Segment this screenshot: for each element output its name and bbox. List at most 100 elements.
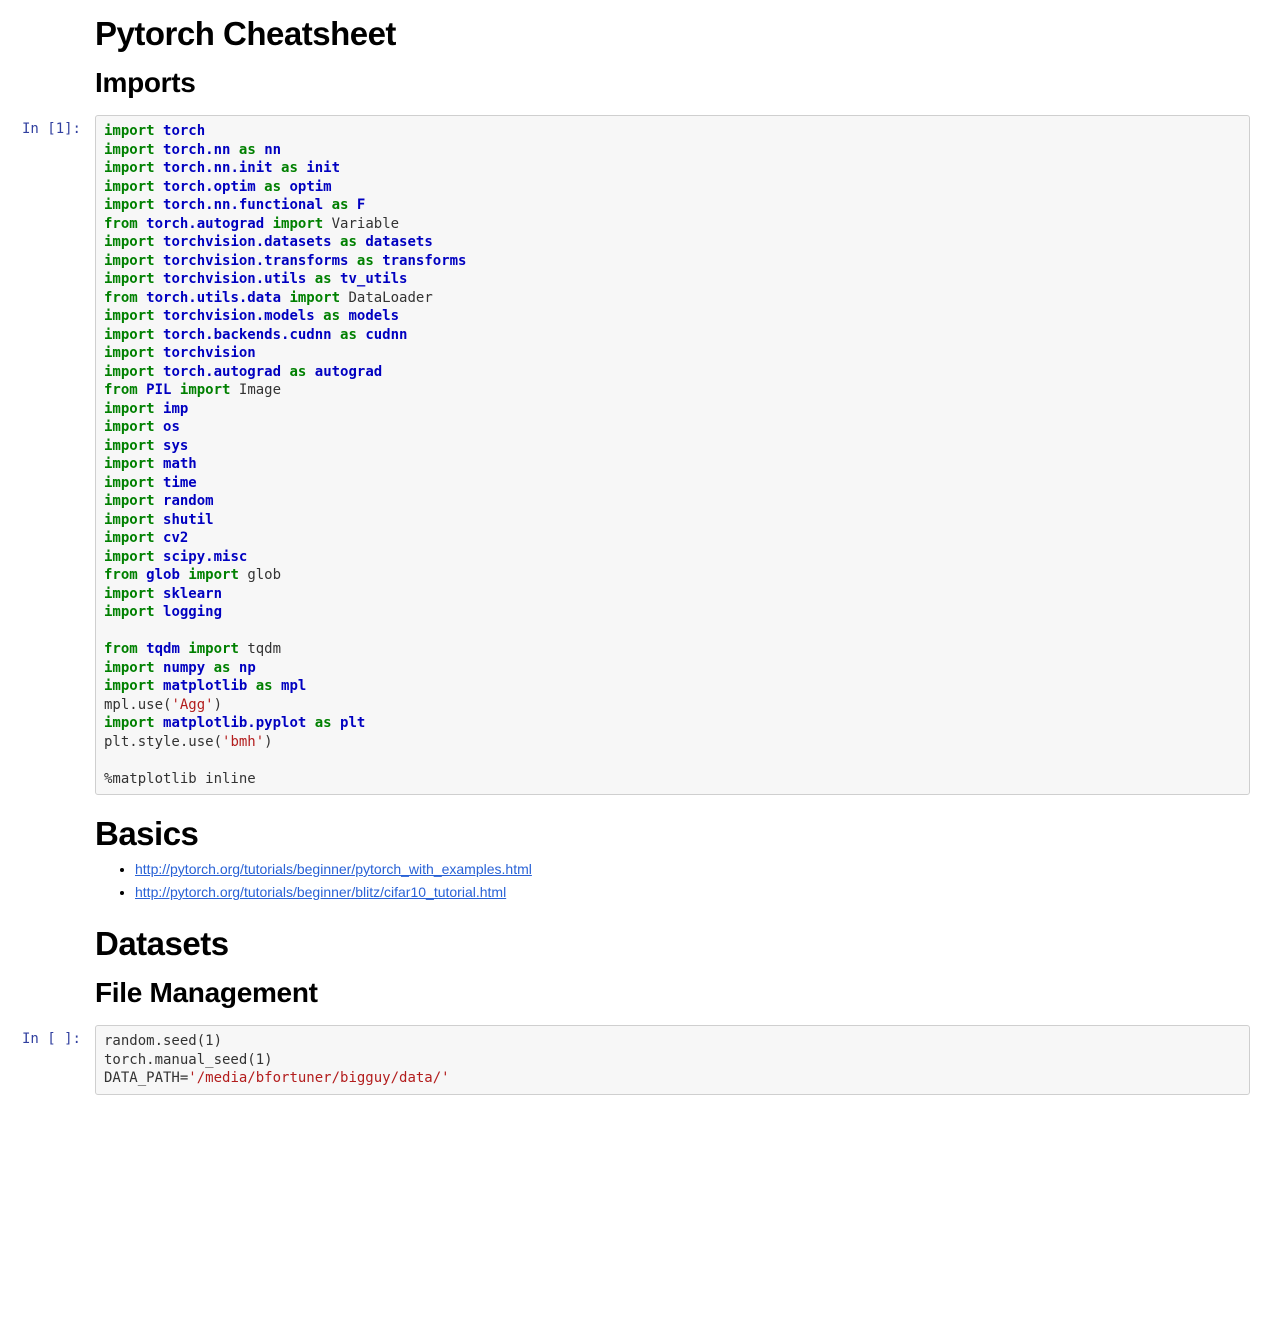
code-token: scipy.misc — [163, 549, 247, 565]
code-token — [323, 197, 331, 213]
code-token: torch.nn.functional — [163, 197, 323, 213]
code-token — [155, 234, 163, 250]
code-token: torchvision.models — [163, 308, 315, 324]
code-token — [306, 715, 314, 731]
heading-2: Imports — [95, 67, 1250, 99]
code-token — [273, 160, 281, 176]
code-token — [138, 567, 146, 583]
code-token — [155, 512, 163, 528]
code-token: import — [188, 641, 239, 657]
code-token — [247, 678, 255, 694]
heading-2: File Management — [95, 977, 1250, 1009]
external-link[interactable]: http://pytorch.org/tutorials/beginner/bl… — [135, 884, 506, 900]
code-token — [348, 197, 356, 213]
code-token: %matplotlib inline — [104, 771, 256, 787]
code-token — [155, 327, 163, 343]
code-token: import — [104, 475, 155, 491]
code-token: import — [104, 586, 155, 602]
code-token: torch.utils.data — [146, 290, 281, 306]
code-token — [273, 678, 281, 694]
code-token: mpl.use( — [104, 697, 171, 713]
code-token: matplotlib.pyplot — [163, 715, 306, 731]
cell-body: DatasetsFile Management — [95, 915, 1250, 1015]
code-token: sklearn — [163, 586, 222, 602]
input-prompt — [10, 915, 85, 921]
code-token: as — [289, 364, 306, 380]
code-token: models — [348, 308, 399, 324]
code-token: torch.backends.cudnn — [163, 327, 332, 343]
code-token: from — [104, 290, 138, 306]
code-token: import — [104, 327, 155, 343]
code-token: numpy — [163, 660, 205, 676]
code-token — [205, 660, 213, 676]
code-token — [315, 308, 323, 324]
external-link[interactable]: http://pytorch.org/tutorials/beginner/py… — [135, 861, 532, 877]
code-token: as — [340, 327, 357, 343]
code-token: torch.autograd — [163, 364, 281, 380]
code-token: import — [104, 530, 155, 546]
code-token: time — [163, 475, 197, 491]
code-token: tqdm — [239, 641, 281, 657]
code-token: Variable — [323, 216, 399, 232]
text-cell: Basicshttp://pytorch.org/tutorials/begin… — [10, 800, 1260, 910]
code-token: import — [273, 216, 324, 232]
code-token — [155, 123, 163, 139]
code-token — [155, 438, 163, 454]
code-token: import — [180, 382, 231, 398]
code-token — [155, 271, 163, 287]
code-token — [155, 604, 163, 620]
code-token — [155, 456, 163, 472]
list-item: http://pytorch.org/tutorials/beginner/py… — [135, 859, 1250, 880]
code-token: shutil — [163, 512, 214, 528]
code-token — [155, 160, 163, 176]
code-token: sys — [163, 438, 188, 454]
code-token: torchvision.utils — [163, 271, 306, 287]
code-token: math — [163, 456, 197, 472]
code-token: torch.manual_seed(1) — [104, 1052, 273, 1068]
code-token: import — [104, 604, 155, 620]
cell-body: Pytorch Cheatsheet Imports — [95, 5, 1250, 105]
code-token: Image — [230, 382, 281, 398]
code-input-area[interactable]: random.seed(1) torch.manual_seed(1) DATA… — [95, 1025, 1250, 1095]
code-token — [155, 345, 163, 361]
code-token — [155, 419, 163, 435]
code-token: import — [104, 197, 155, 213]
input-prompt: In [1]: — [10, 115, 85, 137]
input-prompt — [10, 5, 85, 11]
code-token: from — [104, 216, 138, 232]
code-token: init — [306, 160, 340, 176]
code-token: import — [104, 142, 155, 158]
code-token: import — [104, 364, 155, 380]
code-token: import — [104, 179, 155, 195]
code-token: datasets — [365, 234, 432, 250]
code-token — [256, 142, 264, 158]
code-token: import — [104, 271, 155, 287]
text-cell: DatasetsFile Management — [10, 910, 1260, 1020]
code-editor[interactable]: random.seed(1) torch.manual_seed(1) DATA… — [104, 1032, 1241, 1088]
code-token: torch.autograd — [146, 216, 264, 232]
code-token: F — [357, 197, 365, 213]
code-input-area[interactable]: import torch import torch.nn as nn impor… — [95, 115, 1250, 795]
code-token: as — [340, 234, 357, 250]
code-token: import — [104, 345, 155, 361]
code-token: plt — [340, 715, 365, 731]
code-token: import — [104, 308, 155, 324]
code-token: import — [104, 549, 155, 565]
heading-1: Pytorch Cheatsheet — [95, 15, 1250, 53]
code-token — [155, 586, 163, 602]
cell-body: Basicshttp://pytorch.org/tutorials/begin… — [95, 805, 1250, 905]
code-token — [155, 364, 163, 380]
code-token — [138, 641, 146, 657]
code-token: import — [104, 123, 155, 139]
code-editor[interactable]: import torch import torch.nn as nn impor… — [104, 122, 1241, 788]
code-token: plt.style.use( — [104, 734, 222, 750]
code-token — [332, 715, 340, 731]
code-token — [332, 327, 340, 343]
code-token: glob — [239, 567, 281, 583]
code-token: torch — [163, 123, 205, 139]
code-token: as — [239, 142, 256, 158]
code-token — [155, 493, 163, 509]
code-token — [374, 253, 382, 269]
code-token: from — [104, 567, 138, 583]
code-token: nn — [264, 142, 281, 158]
